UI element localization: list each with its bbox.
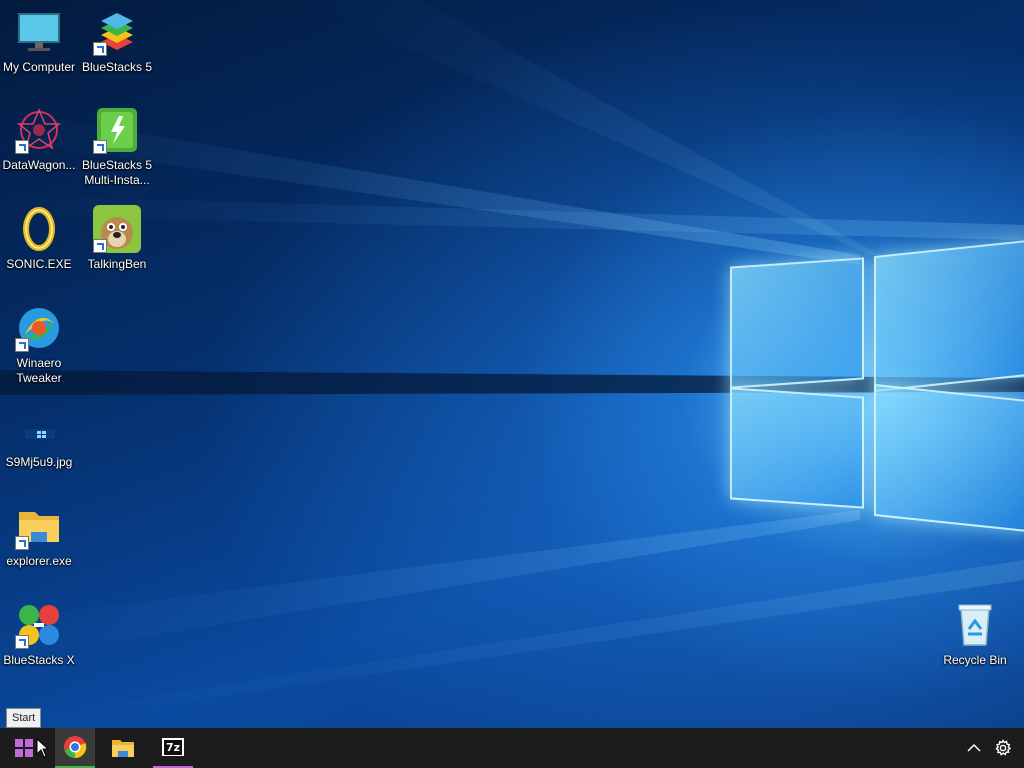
datawagon-icon <box>15 106 63 154</box>
desktop-icon-bluestacks-x[interactable]: BlueStacks X <box>0 601 78 668</box>
icon-label: BlueStacks 5 <box>81 60 153 74</box>
gold-ring-icon <box>15 205 63 253</box>
folder-icon <box>112 740 134 757</box>
desktop-icon-bluestacks-multi-instance[interactable]: BlueStacks 5 Multi-Insta... <box>78 106 156 188</box>
chevron-up-icon <box>967 743 981 752</box>
monitor-icon <box>15 8 63 56</box>
shortcut-arrow-icon <box>93 239 107 253</box>
shortcut-arrow-icon <box>93 140 107 154</box>
recycle-bin-icon <box>951 601 999 649</box>
desktop-icon-my-computer[interactable]: My Computer <box>0 8 78 75</box>
taskbar-7zip-button[interactable]: 7z <box>153 728 193 768</box>
icon-label: Winaero Tweaker <box>16 356 62 385</box>
bluestacks-multi-instance-icon <box>93 106 141 154</box>
taskbar: 7z <box>0 728 1024 768</box>
show-hidden-icons-button[interactable] <box>962 728 986 768</box>
image-file-icon <box>15 403 63 451</box>
desktop-icon-talkingben[interactable]: TalkingBen <box>78 205 156 272</box>
start-tooltip: Start <box>6 708 42 728</box>
wallpaper-window-pane <box>874 239 1024 393</box>
wallpaper-window-pane <box>730 387 864 509</box>
settings-tray-button[interactable] <box>990 728 1016 768</box>
taskbar-file-explorer-button[interactable] <box>103 728 143 768</box>
winaero-tweaker-icon <box>15 304 63 352</box>
7zip-label: 7z <box>163 739 183 755</box>
icon-label: DataWagon... <box>2 158 76 172</box>
shortcut-arrow-icon <box>15 140 29 154</box>
wallpaper-window-pane <box>730 257 864 389</box>
desktop-icon-s9mj5u9-jpg[interactable]: S9Mj5u9.jpg <box>0 403 78 470</box>
icon-label: BlueStacks 5 Multi-Insta... <box>81 158 153 187</box>
start-button[interactable] <box>0 728 50 768</box>
shortcut-arrow-icon <box>93 42 107 56</box>
desktop-icon-sonic-exe[interactable]: SONIC.EXE <box>0 205 78 272</box>
gear-icon <box>995 739 1012 756</box>
shortcut-arrow-icon <box>15 536 29 550</box>
icon-label: BlueStacks X <box>3 653 75 667</box>
desktop-icon-explorer-exe[interactable]: explorer.exe <box>0 502 78 569</box>
icon-label: S9Mj5u9.jpg <box>5 455 73 469</box>
desktop-icon-bluestacks-5[interactable]: BlueStacks 5 <box>78 8 156 75</box>
taskbar-chrome-button[interactable] <box>55 728 95 768</box>
mouse-cursor-icon <box>36 738 50 758</box>
windows-logo-icon <box>15 739 33 757</box>
folder-icon <box>15 502 63 550</box>
desktop-icon-recycle-bin[interactable]: Recycle Bin <box>936 601 1014 668</box>
shortcut-arrow-icon <box>15 338 29 352</box>
desktop-icon-datawagon[interactable]: DataWagon... <box>0 106 78 173</box>
icon-label: My Computer <box>2 60 76 74</box>
chrome-icon <box>64 736 87 759</box>
icon-label: explorer.exe <box>6 554 72 568</box>
desktop-icon-winaero-tweaker[interactable]: Winaero Tweaker <box>0 304 78 386</box>
bluestacks-icon <box>93 8 141 56</box>
bluestacks-x-icon <box>15 601 63 649</box>
icon-label: Recycle Bin <box>943 653 1007 667</box>
desktop: My Computer BlueStacks 5 DataWagon... Bl… <box>0 0 1024 728</box>
7zip-icon: 7z <box>162 738 184 756</box>
icon-label: TalkingBen <box>87 257 147 271</box>
talking-ben-icon <box>93 205 141 253</box>
icon-label: SONIC.EXE <box>6 257 72 271</box>
shortcut-arrow-icon <box>15 635 29 649</box>
wallpaper-window-pane <box>874 383 1024 533</box>
